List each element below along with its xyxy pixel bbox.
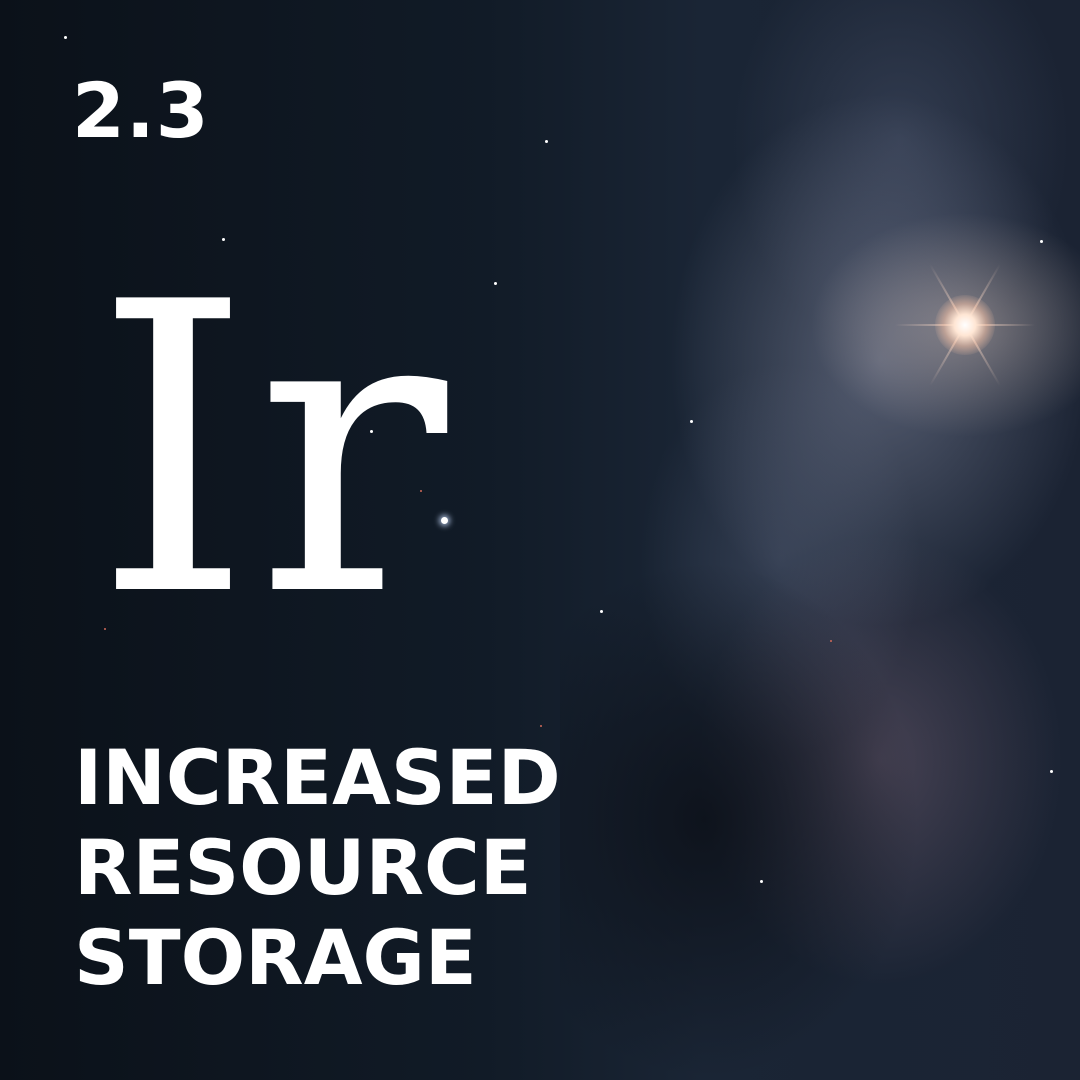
- headline-line: STORAGE: [74, 913, 477, 1002]
- star: [64, 36, 67, 39]
- star: [600, 610, 603, 613]
- bright-star: [935, 295, 995, 355]
- headline: INCREASED RESOURCE STORAGE: [74, 733, 561, 1003]
- star: [760, 880, 763, 883]
- star: [545, 140, 548, 143]
- star: [690, 420, 693, 423]
- star: [1040, 240, 1043, 243]
- star: [830, 640, 832, 642]
- element-symbol: Ir: [94, 219, 452, 684]
- star: [1050, 770, 1053, 773]
- space-background: 2.3 Ir INCREASED RESOURCE STORAGE: [0, 0, 1080, 1080]
- star: [494, 282, 497, 285]
- nebula-shadow: [560, 560, 920, 1080]
- headline-line: RESOURCE: [74, 823, 532, 912]
- headline-line: INCREASED: [74, 733, 561, 822]
- version-number: 2.3: [72, 66, 210, 155]
- star: [540, 725, 542, 727]
